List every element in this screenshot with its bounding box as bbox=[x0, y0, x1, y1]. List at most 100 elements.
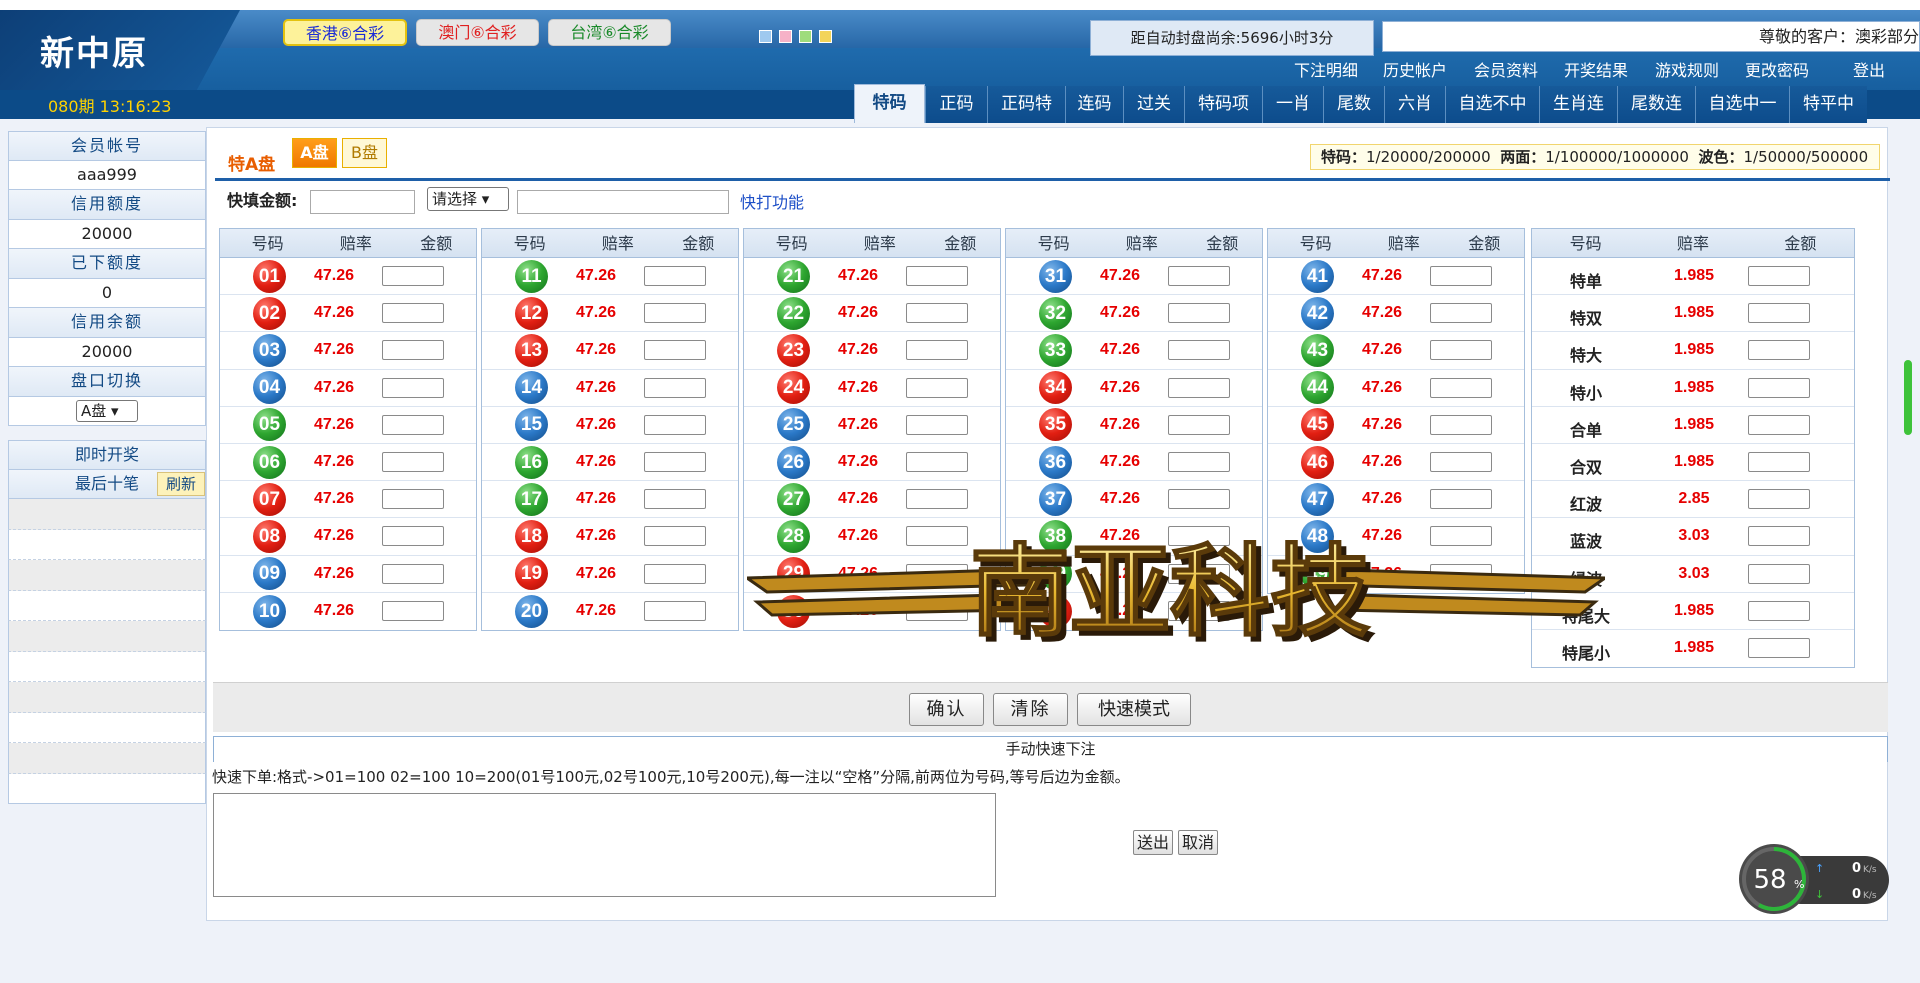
amount-input[interactable] bbox=[382, 452, 444, 473]
amount-input[interactable] bbox=[1168, 377, 1230, 398]
amount-input[interactable] bbox=[906, 526, 968, 547]
confirm-button[interactable]: 确认 bbox=[909, 693, 984, 726]
amount-input[interactable] bbox=[1168, 266, 1230, 287]
tab-temaxiang[interactable]: 特码项 bbox=[1184, 86, 1262, 123]
amount-input[interactable] bbox=[1430, 452, 1492, 473]
tab-tepingzhong[interactable]: 特平中 bbox=[1789, 86, 1867, 123]
amount-input[interactable] bbox=[1748, 377, 1810, 398]
amount-input[interactable] bbox=[1430, 377, 1492, 398]
tab-zhengmate[interactable]: 正码特 bbox=[987, 86, 1065, 123]
amount-input[interactable] bbox=[1168, 489, 1230, 510]
amount-input[interactable] bbox=[906, 601, 968, 622]
theme-swatch-pink[interactable] bbox=[779, 30, 792, 43]
amount-input[interactable] bbox=[906, 563, 968, 584]
amount-input[interactable] bbox=[906, 377, 968, 398]
quick-play-link[interactable]: 快打功能 bbox=[740, 189, 804, 213]
amount-input[interactable] bbox=[1430, 526, 1492, 547]
amount-input[interactable] bbox=[1748, 452, 1810, 473]
amount-input[interactable] bbox=[1748, 638, 1810, 659]
amount-input[interactable] bbox=[1168, 526, 1230, 547]
amount-input[interactable] bbox=[1168, 601, 1230, 622]
quick-select[interactable]: 请选择 ▾ bbox=[427, 187, 509, 211]
amount-input[interactable] bbox=[1748, 563, 1810, 584]
tab-zhengma[interactable]: 正码 bbox=[925, 86, 987, 123]
theme-swatch-green[interactable] bbox=[799, 30, 812, 43]
tab-lianma[interactable]: 连码 bbox=[1065, 86, 1123, 123]
quick-numbers-input[interactable] bbox=[517, 190, 729, 214]
link-history[interactable]: 历史帐户 bbox=[1383, 57, 1447, 81]
tab-shengxiaolian[interactable]: 生肖连 bbox=[1539, 86, 1617, 123]
tab-tema[interactable]: 特码 bbox=[854, 84, 925, 123]
amount-input[interactable] bbox=[1430, 303, 1492, 324]
clear-button[interactable]: 清除 bbox=[993, 693, 1068, 726]
lottery-tab-hk[interactable]: 香港⑥合彩 bbox=[283, 19, 407, 46]
amount-input[interactable] bbox=[1168, 452, 1230, 473]
amount-input[interactable] bbox=[1748, 303, 1810, 324]
link-game-rules[interactable]: 游戏规则 bbox=[1655, 57, 1719, 81]
link-member-info[interactable]: 会员资料 bbox=[1474, 57, 1538, 81]
amount-input[interactable] bbox=[644, 526, 706, 547]
amount-input[interactable] bbox=[1430, 564, 1492, 585]
amount-input[interactable] bbox=[906, 414, 968, 435]
link-logout[interactable]: 登出 bbox=[1853, 57, 1885, 81]
amount-input[interactable] bbox=[1168, 340, 1230, 361]
cancel-button[interactable]: 取消 bbox=[1178, 830, 1218, 855]
tab-zixuanbuzhong[interactable]: 自选不中 bbox=[1445, 86, 1539, 123]
amount-input[interactable] bbox=[382, 489, 444, 510]
link-bet-details[interactable]: 下注明细 bbox=[1294, 57, 1358, 81]
amount-input[interactable] bbox=[644, 601, 706, 622]
link-draw-results[interactable]: 开奖结果 bbox=[1564, 57, 1628, 81]
amount-input[interactable] bbox=[1430, 340, 1492, 361]
amount-input[interactable] bbox=[382, 340, 444, 361]
amount-input[interactable] bbox=[644, 414, 706, 435]
amount-input[interactable] bbox=[644, 303, 706, 324]
tab-yixiao[interactable]: 一肖 bbox=[1262, 86, 1323, 123]
live-draw-link[interactable]: 即时开奖 bbox=[8, 440, 206, 470]
amount-input[interactable] bbox=[1168, 414, 1230, 435]
amount-input[interactable] bbox=[1168, 563, 1230, 584]
amount-input[interactable] bbox=[644, 452, 706, 473]
amount-input[interactable] bbox=[382, 526, 444, 547]
tab-zixuanzhongyi[interactable]: 自选中一 bbox=[1695, 86, 1789, 123]
amount-input[interactable] bbox=[382, 377, 444, 398]
amount-input[interactable] bbox=[1168, 303, 1230, 324]
tab-guoguan[interactable]: 过关 bbox=[1123, 86, 1184, 123]
amount-input[interactable] bbox=[906, 489, 968, 510]
amount-input[interactable] bbox=[1748, 266, 1810, 287]
quick-amount-input[interactable] bbox=[310, 190, 415, 214]
amount-input[interactable] bbox=[1430, 266, 1492, 287]
amount-input[interactable] bbox=[382, 414, 444, 435]
pan-a-button[interactable]: A盘 bbox=[292, 138, 337, 168]
theme-swatch-blue[interactable] bbox=[759, 30, 772, 43]
amount-input[interactable] bbox=[1748, 340, 1810, 361]
amount-input[interactable] bbox=[1430, 414, 1492, 435]
amount-input[interactable] bbox=[382, 601, 444, 622]
scroll-indicator[interactable] bbox=[1904, 360, 1912, 435]
amount-input[interactable] bbox=[1748, 526, 1810, 547]
lottery-tab-macau[interactable]: 澳门⑥合彩 bbox=[416, 19, 539, 46]
amount-input[interactable] bbox=[644, 340, 706, 361]
amount-input[interactable] bbox=[382, 563, 444, 584]
amount-input[interactable] bbox=[906, 340, 968, 361]
amount-input[interactable] bbox=[1748, 600, 1810, 621]
pan-b-button[interactable]: B盘 bbox=[342, 138, 387, 168]
amount-input[interactable] bbox=[382, 303, 444, 324]
send-button[interactable]: 送出 bbox=[1133, 830, 1173, 855]
quick-order-textarea[interactable] bbox=[213, 793, 996, 897]
tab-weishulian[interactable]: 尾数连 bbox=[1617, 86, 1695, 123]
amount-input[interactable] bbox=[906, 266, 968, 287]
theme-swatch-yellow[interactable] bbox=[819, 30, 832, 43]
amount-input[interactable] bbox=[1748, 489, 1810, 510]
amount-input[interactable] bbox=[644, 563, 706, 584]
lottery-tab-taiwan[interactable]: 台湾⑥合彩 bbox=[548, 19, 671, 46]
amount-input[interactable] bbox=[382, 266, 444, 287]
amount-input[interactable] bbox=[1748, 414, 1810, 435]
amount-input[interactable] bbox=[906, 452, 968, 473]
amount-input[interactable] bbox=[906, 303, 968, 324]
refresh-button[interactable]: 刷新 bbox=[157, 471, 205, 496]
amount-input[interactable] bbox=[644, 377, 706, 398]
amount-input[interactable] bbox=[644, 266, 706, 287]
amount-input[interactable] bbox=[1430, 489, 1492, 510]
fast-mode-button[interactable]: 快速模式 bbox=[1077, 693, 1191, 726]
link-change-password[interactable]: 更改密码 bbox=[1745, 57, 1809, 81]
